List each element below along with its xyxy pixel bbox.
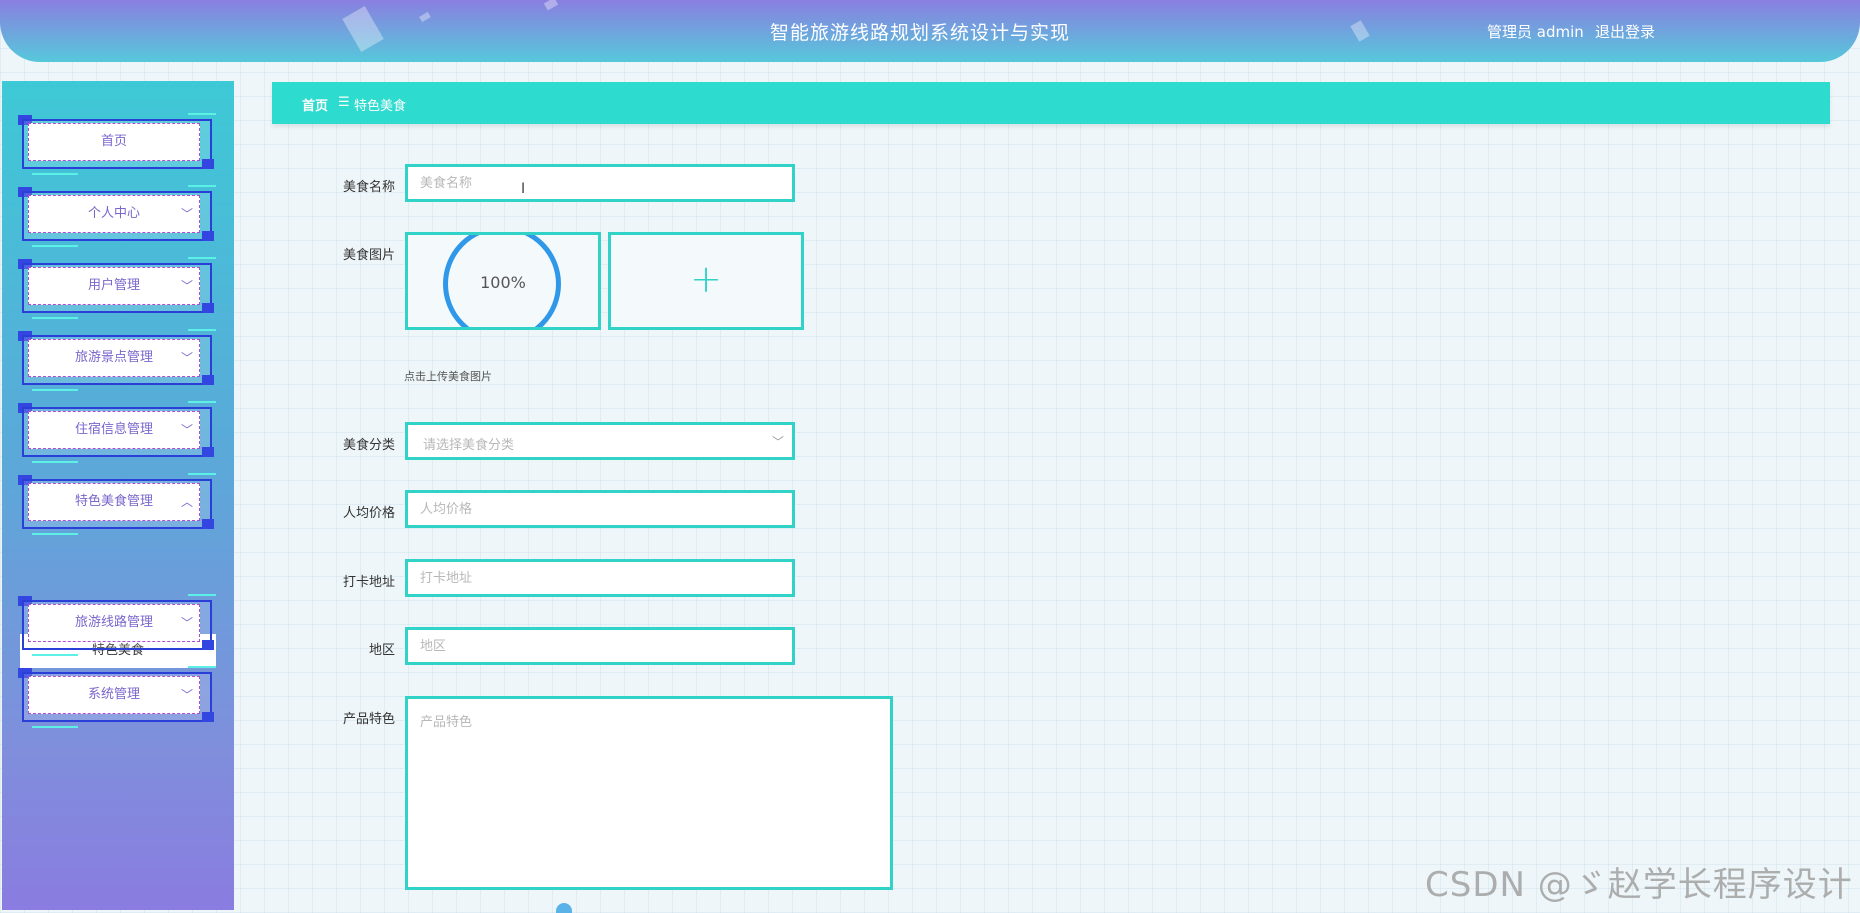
frame-tail <box>32 654 78 656</box>
sidebar-item-system[interactable]: 系统管理 ﹀ <box>18 666 216 728</box>
frame-corner <box>202 640 214 650</box>
sidebar-item-label: 特色美食管理 <box>74 494 153 509</box>
frame-tail <box>32 317 78 319</box>
frame-corner <box>202 231 214 241</box>
top-header: 智能旅游线路规划系统设计与实现 管理员 admin 退出登录 <box>0 0 1860 62</box>
sidebar-item-food[interactable]: 特色美食管理 ︿ <box>18 473 216 535</box>
frame-tail <box>188 185 216 187</box>
food-name-input[interactable] <box>405 164 795 202</box>
sidebar: 首页 个人中心 ﹀ 用户管理 ﹀ 旅游景点管理 ﹀ 住宿信息管理 ﹀ 特色美食管… <box>2 81 234 910</box>
price-input[interactable] <box>405 490 795 528</box>
plus-icon: + <box>690 257 722 301</box>
frame-corner <box>202 712 214 722</box>
feature-textarea[interactable] <box>405 696 893 890</box>
frame-corner <box>202 159 214 169</box>
frame-tail <box>188 329 216 331</box>
logout-link[interactable]: 退出登录 <box>1595 21 1655 42</box>
frame-tail <box>188 113 216 115</box>
sidebar-item-label: 首页 <box>100 134 127 149</box>
frame-tail <box>188 257 216 259</box>
breadcrumb-home[interactable]: 首页 <box>302 95 328 114</box>
address-label: 打卡地址 <box>342 575 395 590</box>
breadcrumb-separator-icon: ☰ <box>338 95 350 110</box>
frame-tail <box>32 533 78 535</box>
chevron-up-icon: ︿ <box>180 495 193 509</box>
breadcrumb-current: 特色美食 <box>354 99 407 114</box>
sidebar-item-label: 旅游景点管理 <box>74 350 153 365</box>
sidebar-item-label: 住宿信息管理 <box>74 422 153 437</box>
scroll-indicator <box>556 903 572 913</box>
chevron-down-icon: ﹀ <box>180 207 193 221</box>
frame-corner <box>202 519 214 529</box>
sidebar-item-label: 系统管理 <box>87 687 140 702</box>
frame-tail <box>32 726 78 728</box>
feature-label: 产品特色 <box>342 712 395 727</box>
uploaded-image-preview[interactable]: 100% <box>405 232 601 330</box>
sidebar-item-label: 个人中心 <box>87 206 140 221</box>
sidebar-item-attractions[interactable]: 旅游景点管理 ﹀ <box>18 329 216 391</box>
sidebar-item-profile[interactable]: 个人中心 ﹀ <box>18 185 216 247</box>
food-category-select[interactable]: 请选择美食分类 ﹀ <box>405 422 795 460</box>
image-upload-button[interactable]: + <box>608 232 804 330</box>
frame-tail <box>32 173 78 175</box>
food-category-label: 美食分类 <box>342 438 395 453</box>
frame-tail <box>188 473 216 475</box>
frame-corner <box>202 375 214 385</box>
category-placeholder: 请选择美食分类 <box>423 438 515 453</box>
chevron-down-icon: ﹀ <box>180 688 193 702</box>
frame-corner <box>202 447 214 457</box>
sidebar-item-lodging[interactable]: 住宿信息管理 ﹀ <box>18 401 216 463</box>
frame-tail <box>32 245 78 247</box>
sidebar-item-routes[interactable]: 旅游线路管理 ﹀ <box>18 594 216 656</box>
chevron-down-icon: ﹀ <box>771 435 784 449</box>
text-cursor-icon: I <box>521 181 526 197</box>
frame-tail <box>188 594 216 596</box>
address-input[interactable] <box>405 559 795 597</box>
chevron-down-icon: ﹀ <box>180 279 193 293</box>
frame-tail <box>32 461 78 463</box>
upload-progress-text: 100% <box>480 273 526 292</box>
chevron-down-icon: ﹀ <box>180 616 193 630</box>
sidebar-item-label: 用户管理 <box>87 278 140 293</box>
chevron-down-icon: ﹀ <box>180 351 193 365</box>
frame-corner <box>202 303 214 313</box>
sidebar-item-label: 旅游线路管理 <box>74 615 153 630</box>
chevron-down-icon: ﹀ <box>180 423 193 437</box>
food-name-label: 美食名称 <box>342 180 395 195</box>
frame-tail <box>32 389 78 391</box>
current-user: 管理员 admin <box>1487 23 1584 41</box>
region-input[interactable] <box>405 627 795 665</box>
upload-hint: 点击上传美食图片 <box>404 370 492 383</box>
decor-shard <box>543 0 559 11</box>
food-image-label: 美食图片 <box>342 248 395 263</box>
frame-tail <box>188 401 216 403</box>
frame-tail <box>188 666 216 668</box>
region-label: 地区 <box>368 643 395 658</box>
sidebar-item-users[interactable]: 用户管理 ﹀ <box>18 257 216 319</box>
sidebar-item-home[interactable]: 首页 <box>18 113 216 175</box>
breadcrumb: 首页 ☰ 特色美食 <box>272 82 1830 124</box>
price-label: 人均价格 <box>342 506 395 521</box>
watermark: CSDN @ゞ赵学长程序设计 <box>1425 865 1853 905</box>
